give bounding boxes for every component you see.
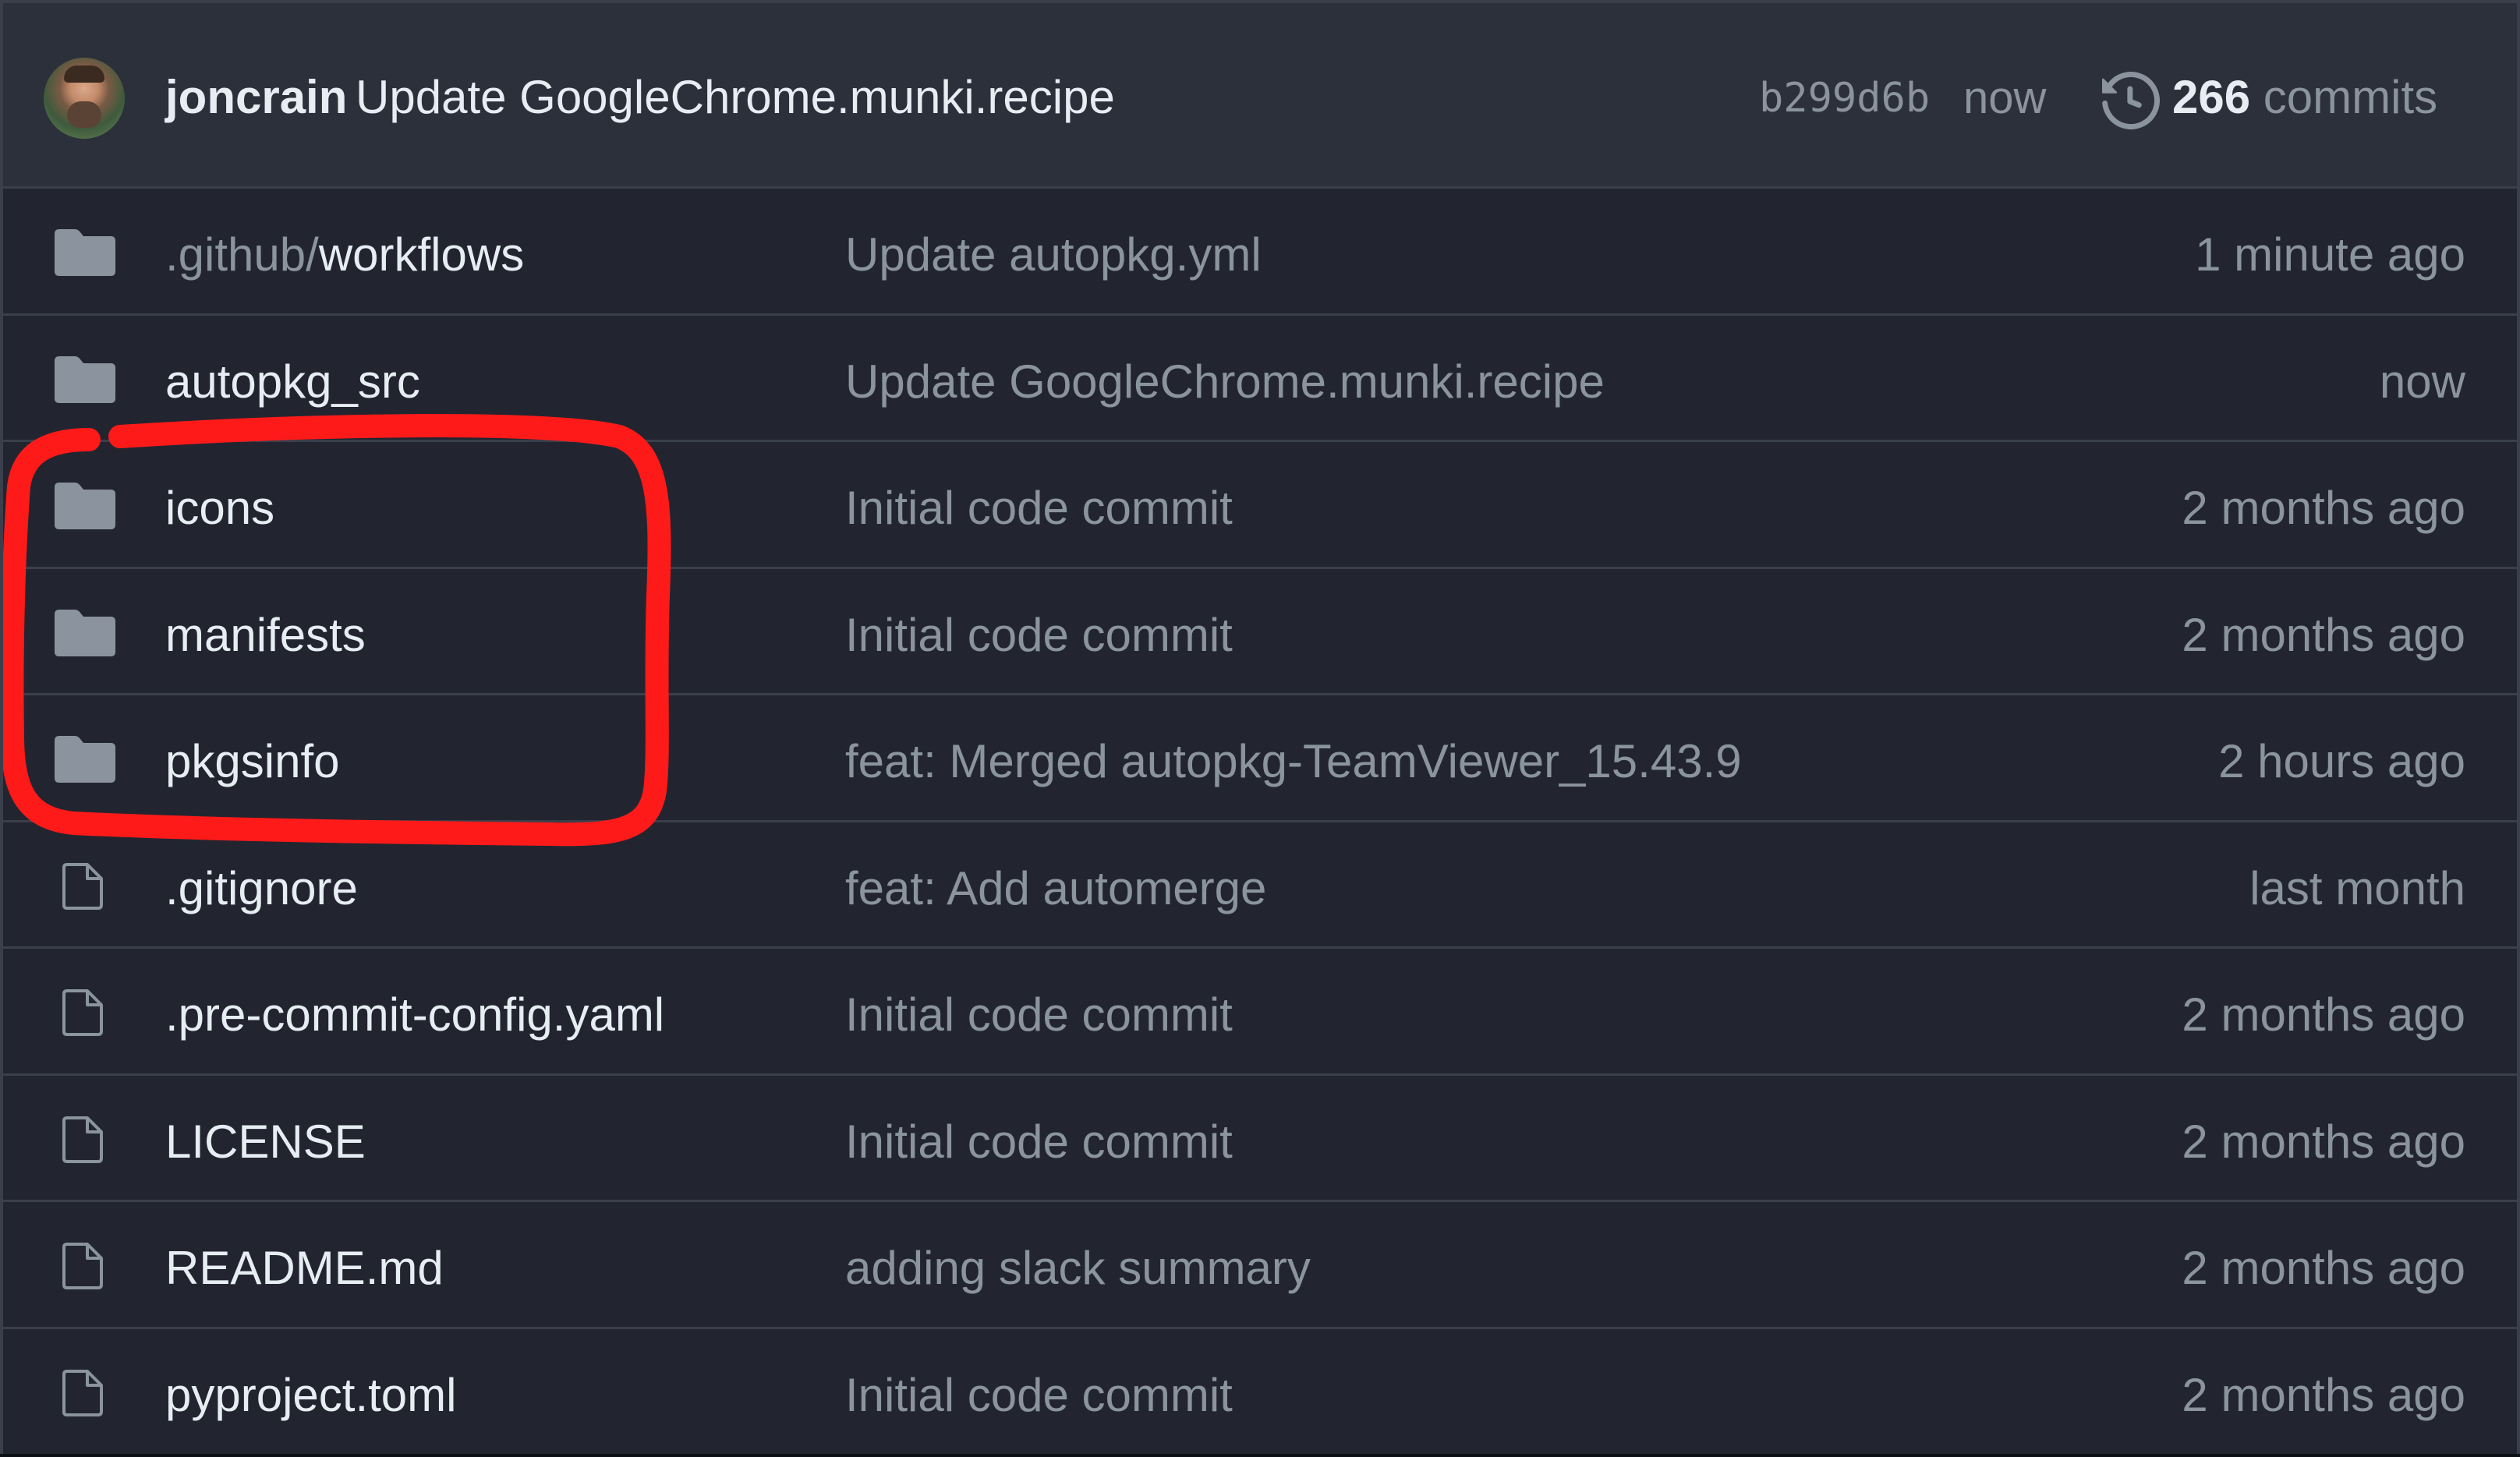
file-name-text: pkgsinfo (165, 735, 340, 787)
folder-icon (55, 483, 115, 529)
folder-icon (55, 229, 115, 276)
avatar-beard (67, 101, 101, 128)
file-commit-age: 2 months ago (2182, 608, 2465, 661)
file-row[interactable]: .github/workflows Update autopkg.yml 1 m… (3, 189, 2517, 316)
folder-icon (55, 736, 115, 783)
file-row[interactable]: README.md adding slack summary 2 months … (3, 1202, 2517, 1329)
file-row[interactable]: LICENSE Initial code commit 2 months ago (3, 1076, 2517, 1202)
file-name-link[interactable]: .pre-commit-config.yaml (165, 988, 664, 1041)
file-name-text: .gitignore (165, 861, 358, 914)
file-commit-message[interactable]: feat: Merged autopkg-TeamViewer_15.43.9 (845, 734, 1742, 788)
file-name-link[interactable]: README.md (165, 1241, 444, 1295)
author-avatar[interactable] (44, 58, 125, 139)
file-name-text: workflows (318, 228, 525, 281)
file-browser: joncrain Update GoogleChrome.munki.recip… (0, 0, 2520, 1454)
file-row[interactable]: .gitignore feat: Add automerge last mont… (3, 822, 2517, 949)
file-name-link[interactable]: .gitignore (165, 861, 358, 915)
file-name-text: LICENSE (165, 1115, 366, 1168)
file-commit-age: 2 months ago (2182, 1242, 2465, 1294)
file-commit-age: 2 months ago (2182, 1115, 2465, 1168)
avatar-hair (64, 65, 104, 83)
file-icon (62, 1243, 103, 1289)
commit-time: now (1963, 72, 2047, 123)
folder-icon (55, 609, 115, 656)
file-name-text: pyproject.toml (165, 1368, 457, 1421)
file-name-text: icons (165, 482, 275, 534)
file-row[interactable]: .pre-commit-config.yaml Initial code com… (3, 949, 2517, 1076)
file-icon (62, 1116, 103, 1163)
latest-commit-bar: joncrain Update GoogleChrome.munki.recip… (3, 3, 2517, 189)
commit-message-link[interactable]: Update GoogleChrome.munki.recipe (356, 70, 1115, 124)
file-commit-age: 1 minute ago (2195, 228, 2465, 281)
file-name-link[interactable]: icons (165, 481, 274, 535)
file-row[interactable]: autopkg_src Update GoogleChrome.munki.re… (3, 316, 2517, 442)
file-commit-message[interactable]: Update GoogleChrome.munki.recipe (845, 355, 1605, 408)
file-commit-message[interactable]: adding slack summary (845, 1241, 1311, 1295)
file-name-link[interactable]: manifests (165, 608, 366, 662)
folder-icon (55, 355, 115, 403)
commits-link[interactable]: 266 commits (2172, 70, 2437, 124)
file-commit-message[interactable]: Initial code commit (845, 608, 1233, 662)
file-commit-message[interactable]: Initial code commit (845, 988, 1233, 1041)
file-name-link[interactable]: pkgsinfo (165, 734, 339, 788)
file-row[interactable]: manifests Initial code commit 2 months a… (3, 569, 2517, 695)
file-commit-message[interactable]: Initial code commit (845, 1115, 1233, 1169)
file-list: .github/workflows Update autopkg.yml 1 m… (3, 189, 2517, 1455)
file-row[interactable]: pkgsinfo feat: Merged autopkg-TeamViewer… (3, 695, 2517, 822)
file-commit-message[interactable]: feat: Add automerge (845, 861, 1266, 915)
commit-sha-link[interactable]: b299d6b (1759, 75, 1930, 122)
file-icon (62, 862, 103, 910)
file-row[interactable]: pyproject.toml Initial code commit 2 mon… (3, 1329, 2517, 1456)
file-commit-message[interactable]: Initial code commit (845, 1368, 1233, 1422)
file-commit-message[interactable]: Update autopkg.yml (845, 228, 1262, 281)
file-row[interactable]: icons Initial code commit 2 months ago (3, 442, 2517, 569)
file-name-text: autopkg_src (165, 355, 420, 408)
file-commit-age: 2 months ago (2182, 1368, 2465, 1421)
file-commit-age: last month (2249, 861, 2465, 914)
file-commit-age: 2 months ago (2182, 482, 2465, 534)
file-name-text: manifests (165, 608, 366, 661)
commit-count-label: commits (2263, 71, 2438, 123)
commit-count: 266 (2172, 71, 2251, 123)
file-name-link[interactable]: pyproject.toml (165, 1368, 456, 1422)
file-name-link[interactable]: LICENSE (165, 1115, 366, 1169)
file-commit-age: now (2379, 355, 2465, 408)
file-commit-age: 2 months ago (2182, 988, 2465, 1041)
file-name-text: .pre-commit-config.yaml (165, 988, 665, 1041)
file-icon (62, 1369, 103, 1416)
file-commit-message[interactable]: Initial code commit (845, 481, 1233, 535)
file-name-link[interactable]: .github/workflows (165, 228, 524, 281)
commit-author-link[interactable]: joncrain (165, 70, 347, 124)
file-icon (62, 989, 103, 1036)
file-name-text: README.md (165, 1242, 444, 1294)
file-name-prefix: .github/ (165, 228, 319, 281)
history-icon[interactable] (2102, 72, 2160, 129)
file-commit-age: 2 hours ago (2218, 735, 2465, 787)
file-name-link[interactable]: autopkg_src (165, 355, 420, 408)
